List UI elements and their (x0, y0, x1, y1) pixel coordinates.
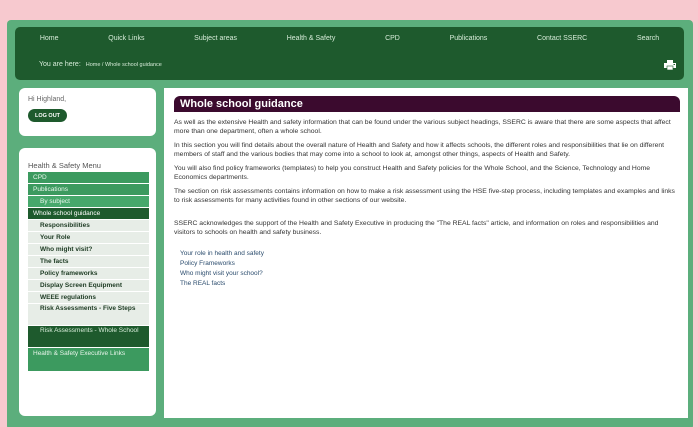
menu-item-risk-whole-school[interactable]: Risk Assessments - Whole School (28, 326, 149, 347)
nav-contact[interactable]: Contact SSERC (537, 35, 587, 42)
menu-title: Health & Safety Menu (28, 161, 101, 170)
nav-home[interactable]: Home (40, 35, 59, 42)
menu-item-display-screen-equipment[interactable]: Display Screen Equipment (28, 280, 149, 291)
menu-item-whole-school-guidance[interactable]: Whole school guidance (28, 208, 149, 219)
menu-item-your-role[interactable]: Your Role (28, 232, 149, 243)
nav-health-safety[interactable]: Health & Safety (287, 35, 336, 42)
health-safety-menu: Health & Safety Menu CPD Publications By… (19, 148, 156, 416)
breadcrumb-path[interactable]: Home / Whole school guidance (86, 62, 162, 68)
menu-item-weee-regulations[interactable]: WEEE regulations (28, 292, 149, 303)
policy-paragraph: You will also find policy frameworks (te… (174, 165, 651, 181)
menu-item-hse-links[interactable]: Health & Safety Executive Links (28, 348, 149, 371)
acknowledgement-paragraph: SSERC acknowledges the support of the He… (174, 220, 659, 236)
menu-list: CPD Publications By subject Whole school… (28, 172, 149, 372)
login-panel: Hi Highland, LOG OUT (19, 88, 156, 136)
menu-item-by-subject[interactable]: By subject (28, 196, 149, 207)
page-title: Whole school guidance (174, 96, 680, 112)
link-real-facts[interactable]: The REAL facts (180, 279, 680, 289)
menu-item-who-might-visit[interactable]: Who might visit? (28, 244, 149, 255)
main-nav: Home Quick Links Subject areas Health & … (15, 30, 684, 46)
section-paragraph: In this section you will find details ab… (174, 142, 665, 158)
menu-item-cpd[interactable]: CPD (28, 172, 149, 183)
breadcrumb: You are here: Home / Whole school guidan… (39, 61, 162, 68)
nav-publications[interactable]: Publications (450, 35, 488, 42)
menu-item-responsibilities[interactable]: Responsibilities (28, 220, 149, 231)
menu-item-publications[interactable]: Publications (28, 184, 149, 195)
nav-quick-links[interactable]: Quick Links (108, 35, 144, 42)
breadcrumb-prefix: You are here: (39, 61, 81, 68)
logout-button[interactable]: LOG OUT (28, 109, 67, 122)
link-who-might-visit[interactable]: Who might visit your school? (180, 269, 680, 279)
menu-item-the-facts[interactable]: The facts (28, 256, 149, 267)
link-policy-frameworks[interactable]: Policy Frameworks (180, 259, 680, 269)
greeting-text: Hi Highland, (28, 96, 67, 103)
nav-cpd[interactable]: CPD (385, 35, 400, 42)
content-body: As well as the extensive Health and safe… (174, 118, 680, 289)
risk-paragraph: The section on risk assessments contains… (174, 188, 675, 204)
related-links: Your role in health and safety Policy Fr… (174, 249, 680, 289)
nav-search[interactable]: Search (637, 35, 659, 42)
top-navigation-bar: Home Quick Links Subject areas Health & … (15, 27, 684, 80)
link-your-role[interactable]: Your role in health and safety (180, 249, 680, 259)
menu-item-risk-five-steps[interactable]: Risk Assessments - Five Steps (28, 304, 149, 325)
printer-icon[interactable] (664, 60, 676, 70)
menu-item-policy-frameworks[interactable]: Policy frameworks (28, 268, 149, 279)
main-content: Whole school guidance As well as the ext… (164, 88, 688, 418)
nav-subject-areas[interactable]: Subject areas (194, 35, 237, 42)
intro-paragraph: As well as the extensive Health and safe… (174, 119, 671, 135)
